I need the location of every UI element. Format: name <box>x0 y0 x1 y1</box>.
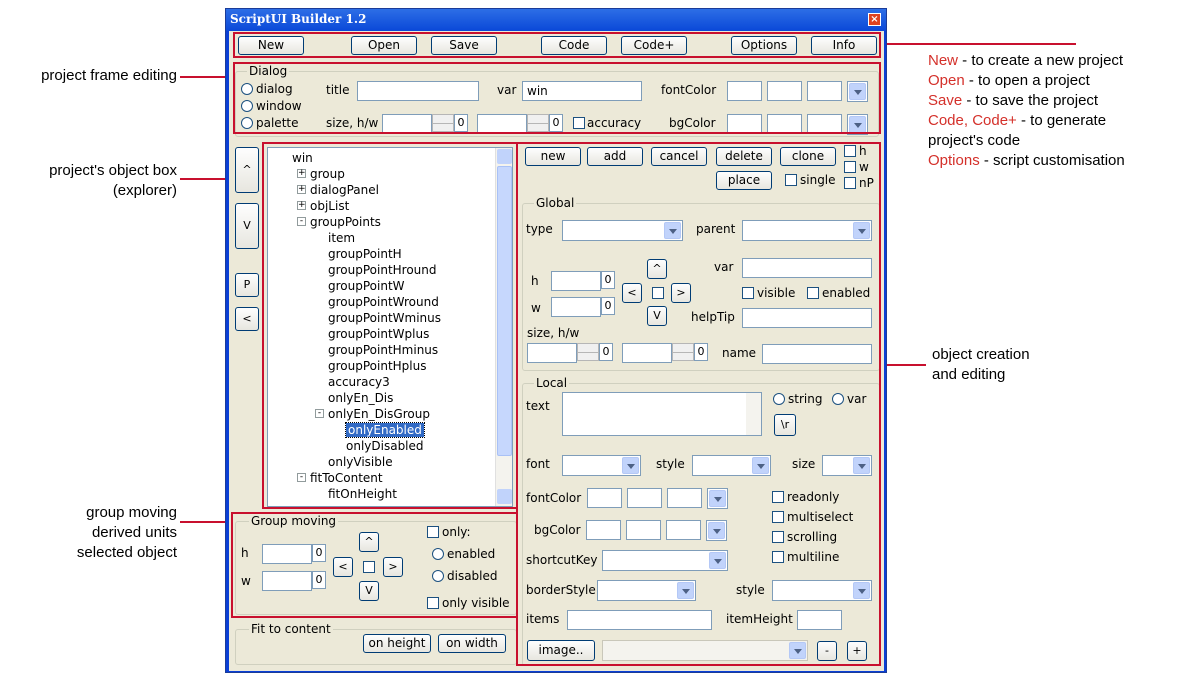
annotation-group-moving: group moving derived units selected object <box>76 504 177 561</box>
title-bar: ScriptUI Builder 1.2 × <box>226 9 886 31</box>
tree-highlight <box>262 142 518 509</box>
group-moving-highlight <box>231 512 518 618</box>
toolbar-highlight <box>233 32 881 58</box>
legend-key: Options <box>928 152 980 169</box>
legend-line: New - to create a new project <box>928 51 1178 71</box>
annotation-object-creation: object creation and editing <box>932 346 1030 383</box>
legend-key: New <box>928 52 959 69</box>
move-up-button[interactable]: ^ <box>235 147 259 193</box>
legend-desc: - to create a new project <box>958 52 1124 69</box>
on-height-button[interactable]: on height <box>363 634 431 653</box>
legend-desc: - to open a project <box>964 72 1090 89</box>
legend-line: Save - to save the project <box>928 91 1178 111</box>
on-width-button[interactable]: on width <box>438 634 506 653</box>
object-editing-highlight <box>516 142 881 666</box>
legend-key: Save <box>928 92 963 109</box>
move-down-button[interactable]: V <box>235 203 259 249</box>
close-icon[interactable]: × <box>868 13 881 26</box>
window-title: ScriptUI Builder 1.2 <box>230 12 367 26</box>
legend-desc: - script customisation <box>979 152 1125 169</box>
annotation-project-frame: project frame editing <box>41 67 177 84</box>
annotation-toolbar-legend: New - to create a new project Open - to o… <box>928 51 1178 171</box>
fit-legend: Fit to content <box>249 622 333 636</box>
legend-key: Code, Code+ <box>928 112 1017 129</box>
annotation-object-box: project's object box (explorer) <box>49 162 177 199</box>
legend-desc: project's code <box>928 132 1021 149</box>
left-button[interactable]: < <box>235 307 259 331</box>
legend-desc: - to generate <box>1016 112 1107 129</box>
legend-line: Options - script customisation <box>928 151 1178 171</box>
dialog-highlight <box>233 62 881 134</box>
legend-desc: - to save the project <box>962 92 1099 109</box>
legend-line: Open - to open a project <box>928 71 1178 91</box>
parent-button[interactable]: P <box>235 273 259 297</box>
legend-key: Open <box>928 72 965 89</box>
legend-line: project's code <box>928 131 1178 151</box>
legend-line: Code, Code+ - to generate <box>928 111 1178 131</box>
